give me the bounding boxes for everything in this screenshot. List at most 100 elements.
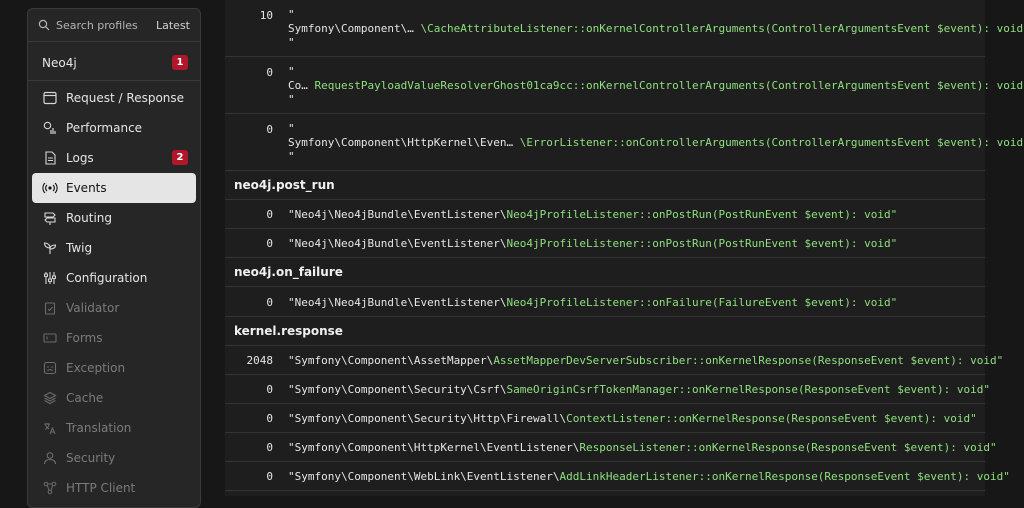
listener-method: ContextListener::onKernelResponse(Respon…	[566, 412, 977, 425]
table-row: 0 " Co… RequestPayloadValueResolverGhost…	[225, 57, 1023, 114]
neo4j-badge: 1	[172, 55, 188, 70]
sidebar-item-label: Exception	[66, 361, 126, 375]
sidebar-item-label: Cache	[66, 391, 104, 405]
logs-badge: 2	[172, 150, 188, 165]
sidebar-item-label: Translation	[66, 421, 132, 435]
sidebar-item-security[interactable]: Security	[32, 443, 196, 473]
sidebar-item-events[interactable]: Events	[32, 173, 196, 203]
listener-priority: 0	[266, 383, 273, 396]
translate-icon	[42, 420, 58, 436]
user-icon	[42, 450, 58, 466]
listener-namespace: "Neo4j\Neo4jBundle\EventListener\	[288, 296, 507, 309]
broadcast-icon	[42, 180, 58, 196]
sidebar-item-label: Neo4j	[42, 56, 77, 70]
sidebar-divider	[28, 80, 200, 81]
profiler-sidebar: Search profiles Latest Neo4j 1 Request /…	[27, 8, 201, 508]
listener-callable: "Neo4j\Neo4jBundle\EventListener\Neo4jPr…	[288, 208, 897, 221]
sidebar-item-label: Configuration	[66, 271, 148, 285]
listener-callable: "Symfony\Component\HttpKernel\EventListe…	[288, 441, 997, 454]
sidebar-item-validator[interactable]: Validator	[32, 293, 196, 323]
listener-priority: 0	[266, 470, 273, 483]
sidebar-item-label: Events	[66, 181, 107, 195]
listener-namespace: "Symfony\Component\HttpKernel\EventListe…	[288, 441, 580, 454]
listener-priority: 0	[266, 296, 273, 309]
listener-callable: "Symfony\Component\Security\Http\Firewal…	[288, 412, 977, 425]
listener-method: AssetMapperDevServerSubscriber::onKernel…	[493, 354, 1004, 367]
signpost-icon	[42, 210, 58, 226]
listener-namespace: Co…	[288, 79, 308, 92]
sidebar-item-performance[interactable]: Performance	[32, 113, 196, 143]
sidebar-item-label: Forms	[66, 331, 103, 345]
listener-quote: "	[288, 65, 295, 78]
listener-priority: 10	[259, 9, 273, 22]
sidebar-item-configuration[interactable]: Configuration	[32, 263, 196, 293]
error-face-icon	[42, 360, 58, 376]
sidebar-item-neo4j[interactable]: Neo4j 1	[32, 48, 196, 78]
sidebar-item-exception[interactable]: Exception	[32, 353, 196, 383]
listener-method: \ErrorListener::onControllerArguments(Co…	[519, 136, 1024, 149]
event-group-header: kernel.response	[225, 317, 985, 346]
table-row: 0 "Neo4j\Neo4jBundle\EventListener\Neo4j…	[225, 287, 985, 317]
sidebar-item-translation[interactable]: Translation	[32, 413, 196, 443]
listener-callable: Symfony\Component\HttpKernel\Even… \Erro…	[288, 136, 1023, 149]
listener-callable: "Symfony\Component\WebLink\EventListener…	[288, 470, 1010, 483]
sidebar-item-request-response[interactable]: Request / Response	[32, 83, 196, 113]
sidebar-item-label: Twig	[66, 241, 93, 255]
sidebar-item-http-client[interactable]: HTTP Client	[32, 473, 196, 503]
sidebar-item-logs[interactable]: Logs 2	[32, 143, 196, 173]
sidebar-item-routing[interactable]: Routing	[32, 203, 196, 233]
listener-quote: "	[288, 122, 295, 135]
table-row: 0 "Neo4j\Neo4jBundle\EventListener\Neo4j…	[225, 200, 985, 229]
table-row: 0 "Symfony\Component\Security\Http\Firew…	[225, 404, 985, 433]
form-icon	[42, 330, 58, 346]
listener-namespace: "Neo4j\Neo4jBundle\EventListener\	[288, 237, 507, 250]
sidebar-item-label: HTTP Client	[66, 481, 136, 495]
table-row: 0 "Symfony\Component\HttpKernel\EventLis…	[225, 433, 997, 462]
event-group-header: neo4j.on_failure	[225, 258, 985, 287]
listener-priority: 0	[266, 208, 273, 221]
sidebar-item-cache[interactable]: Cache	[32, 383, 196, 413]
sidebar-item-label: Logs	[66, 151, 94, 165]
listener-quote: "	[288, 150, 295, 163]
sidebar-item-twig[interactable]: Twig	[32, 233, 196, 263]
sidebar-item-forms[interactable]: Forms	[32, 323, 196, 353]
table-row: 0 " Symfony\Component\HttpKernel\Even… \…	[225, 114, 1023, 171]
network-icon	[42, 480, 58, 496]
latest-link[interactable]: Latest	[156, 19, 190, 32]
stack-icon	[42, 390, 58, 406]
listener-callable: Symfony\Component\… \CacheAttributeListe…	[288, 22, 1023, 35]
search-icon	[38, 19, 50, 31]
listener-namespace: Symfony\Component\…	[288, 22, 414, 35]
event-group-header: neo4j.post_run	[225, 171, 985, 200]
clipboard-check-icon	[42, 300, 58, 316]
sliders-icon	[42, 270, 58, 286]
table-row: 2048 "Symfony\Component\AssetMapper\Asse…	[225, 346, 1003, 375]
listener-callable: "Neo4j\Neo4jBundle\EventListener\Neo4jPr…	[288, 296, 897, 309]
listener-quote: "	[288, 93, 295, 106]
sidebar-item-label: Request / Response	[66, 91, 185, 105]
listener-priority: 0	[266, 412, 273, 425]
log-file-icon	[42, 150, 58, 166]
table-row: 10 " Symfony\Component\… \CacheAttribute…	[225, 0, 1023, 57]
search-profiles[interactable]: Search profiles Latest	[28, 9, 200, 42]
listener-method: AddLinkHeaderListener::onKernelResponse(…	[559, 470, 1010, 483]
listener-method: Neo4jProfileListener::onFailure(FailureE…	[506, 296, 898, 309]
window-icon	[42, 90, 58, 106]
stopwatch-icon	[42, 120, 58, 136]
listener-namespace: "Neo4j\Neo4jBundle\EventListener\	[288, 208, 507, 221]
sprout-icon	[42, 240, 58, 256]
listener-namespace: "Symfony\Component\Security\Csrf\	[288, 383, 507, 396]
listener-method: ResponseListener::onKernelResponse(Respo…	[579, 441, 997, 454]
search-placeholder: Search profiles	[56, 18, 138, 32]
sidebar-item-label: Performance	[66, 121, 143, 135]
listener-quote: "	[288, 8, 295, 21]
listener-priority: 2048	[246, 354, 274, 367]
listener-priority: 0	[266, 123, 273, 136]
listener-callable: "Symfony\Component\Security\Csrf\SameOri…	[288, 383, 990, 396]
listener-method: Neo4jProfileListener::onPostRun(PostRunE…	[506, 208, 898, 221]
listener-method: \CacheAttributeListener::onKernelControl…	[420, 22, 1024, 35]
sidebar-item-label: Routing	[66, 211, 113, 225]
listener-quote: "	[288, 36, 295, 49]
listener-priority: 0	[266, 441, 273, 454]
listener-method: Neo4jProfileListener::onPostRun(PostRunE…	[506, 237, 898, 250]
